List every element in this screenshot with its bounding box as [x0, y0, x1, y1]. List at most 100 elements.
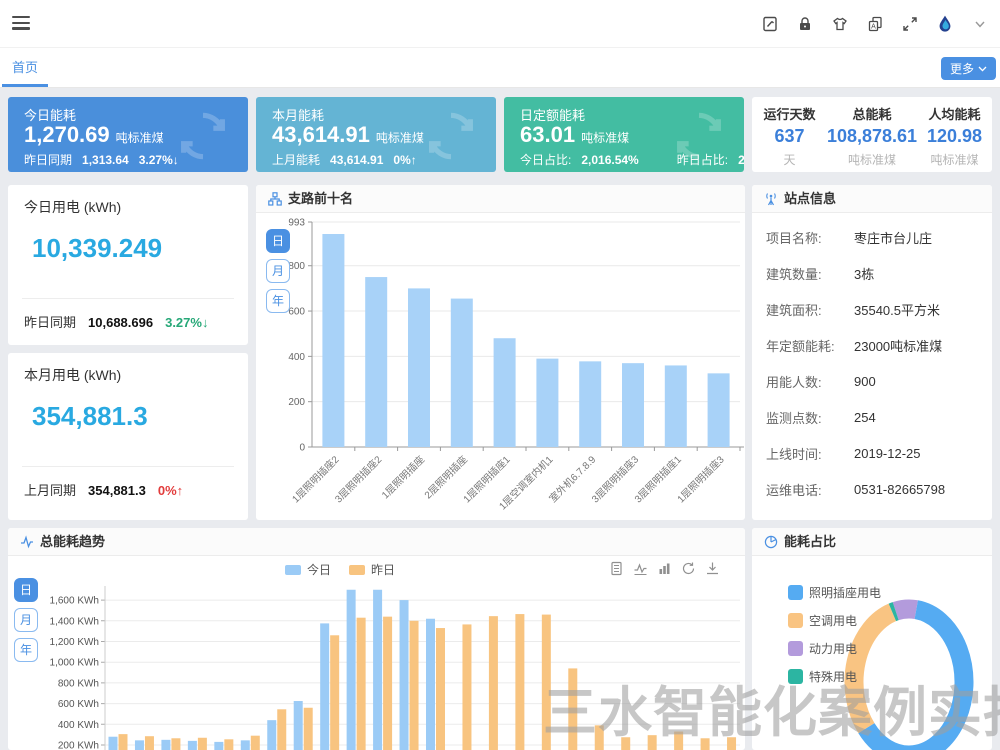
legend-item-today[interactable]: 今日 — [285, 561, 331, 578]
stat-value: 120.98 — [917, 126, 992, 147]
stat-label: 总能耗 — [827, 104, 917, 123]
recycle-icon — [668, 105, 730, 167]
recycle-icon — [172, 105, 234, 167]
summary-stats-card: 运行天数 637 天 总能耗 108,878.61 吨标准煤 人均能耗 120.… — [752, 97, 992, 172]
site-value: 23000吨标准煤 — [854, 336, 942, 355]
svg-text:200 KWh: 200 KWh — [58, 741, 99, 750]
site-row-monitor-points: 监测点数:254 — [752, 399, 992, 435]
download-icon[interactable] — [705, 561, 720, 576]
site-row-online-date: 上线时间:2019-12-25 — [752, 435, 992, 471]
fullscreen-icon[interactable] — [900, 14, 920, 34]
legend-item-lighting[interactable]: 照明插座用电 — [788, 578, 881, 606]
bar-chart-icon[interactable] — [657, 561, 672, 576]
svg-text:800 KWh: 800 KWh — [58, 678, 99, 689]
legend-swatch — [788, 669, 803, 684]
usage-title: 本月用电 (kWh) — [24, 365, 121, 385]
legend-label: 今日 — [307, 561, 331, 578]
kpi-card-today-energy: 今日能耗 1,270.69吨标准煤 昨日同期1,313.643.27%↓ — [8, 97, 248, 172]
energy-trend-panel: 总能耗趋势 今日 昨日 日 月 年 200 KWh400 KWh600 KWh8… — [8, 528, 745, 750]
svg-text:400: 400 — [288, 352, 305, 363]
line-chart-icon[interactable] — [633, 561, 648, 576]
kpi-sub-label: 昨日同期 — [24, 153, 72, 167]
period-button-group: 日 月 年 — [14, 578, 38, 662]
svg-text:993: 993 — [288, 218, 305, 229]
compare-value: 354,881.3 — [88, 483, 146, 498]
svg-text:1,400 KWh: 1,400 KWh — [50, 616, 99, 627]
today-electricity-card: 今日用电 (kWh) 10,339.249 昨日同期10,688.6963.27… — [8, 185, 248, 345]
legend-label: 动力用电 — [809, 640, 857, 657]
usage-value: 354,881.3 — [32, 401, 148, 432]
chart-legend: 今日 昨日 — [285, 561, 395, 578]
kpi-sub-value: 43,614.91 — [330, 153, 383, 167]
kpi-sub-delta: 0%↑ — [393, 153, 416, 167]
svg-text:1,600 KWh: 1,600 KWh — [50, 596, 99, 607]
chart-toolbox — [609, 561, 720, 576]
period-day-button[interactable]: 日 — [266, 229, 290, 253]
kpi-card-daily-quota-energy: 日定额能耗 63.01吨标准煤 今日占比:2,016.54%昨日占比:2,084… — [504, 97, 744, 172]
panel-title: 能耗占比 — [784, 528, 836, 556]
legend-label: 昨日 — [371, 561, 395, 578]
site-value: 3栋 — [854, 264, 874, 283]
brand-logo[interactable] — [935, 14, 955, 34]
site-value: 35540.5平方米 — [854, 300, 940, 319]
divider — [22, 298, 234, 299]
site-label: 运维电话: — [766, 480, 854, 499]
compare-delta: 0%↑ — [158, 483, 183, 498]
stat-value: 108,878.61 — [827, 126, 917, 147]
period-day-button[interactable]: 日 — [14, 578, 38, 602]
refresh-icon[interactable] — [681, 561, 696, 576]
usage-title: 今日用电 (kWh) — [24, 197, 121, 217]
legend-item-power[interactable]: 动力用电 — [788, 634, 881, 662]
kpi-card-month-energy: 本月能耗 43,614.91吨标准煤 上月能耗43,614.910%↑ — [256, 97, 496, 172]
site-row-annual-quota: 年定额能耗:23000吨标准煤 — [752, 327, 992, 363]
chevron-down-icon — [978, 66, 987, 72]
panel-title: 站点信息 — [784, 185, 836, 213]
branch-sitemap-icon — [268, 192, 282, 206]
panel-header: 支路前十名 — [256, 185, 745, 213]
work-order-icon[interactable] — [760, 14, 780, 34]
panel-header: 能耗占比 — [752, 528, 992, 556]
antenna-icon — [764, 192, 778, 206]
menu-toggle-icon[interactable] — [12, 16, 30, 32]
site-label: 项目名称: — [766, 228, 854, 247]
kpi-sub-label: 上月能耗 — [272, 153, 320, 167]
stat-per-capita-energy: 人均能耗 120.98 吨标准煤 — [917, 97, 992, 172]
lock-icon[interactable] — [795, 14, 815, 34]
stat-unit: 吨标准煤 — [917, 151, 992, 168]
data-view-icon[interactable] — [609, 561, 624, 576]
panel-header: 站点信息 — [752, 185, 992, 213]
legend-item-special[interactable]: 特殊用电 — [788, 662, 881, 690]
period-button-group: 日 月 年 — [266, 229, 290, 313]
period-year-button[interactable]: 年 — [14, 638, 38, 662]
kpi-unit: 吨标准煤 — [116, 131, 164, 145]
period-year-button[interactable]: 年 — [266, 289, 290, 313]
compare-label: 昨日同期 — [24, 315, 76, 330]
tab-home[interactable]: 首页 — [2, 48, 48, 87]
user-menu-chevron[interactable] — [970, 14, 990, 34]
site-row-building-area: 建筑面积:35540.5平方米 — [752, 291, 992, 327]
legend-item-hvac[interactable]: 空调用电 — [788, 606, 881, 634]
legend-item-yesterday[interactable]: 昨日 — [349, 561, 395, 578]
compare-value: 10,688.696 — [88, 315, 153, 330]
header-icon-group: A — [760, 0, 990, 48]
app-header: A — [0, 0, 1000, 48]
svg-text:600: 600 — [288, 307, 305, 318]
site-label: 建筑面积: — [766, 300, 854, 319]
site-label: 用能人数: — [766, 372, 854, 391]
legend-label: 照明插座用电 — [809, 584, 881, 601]
period-month-button[interactable]: 月 — [266, 259, 290, 283]
stat-label: 运行天数 — [752, 104, 827, 123]
site-label: 建筑数量: — [766, 264, 854, 283]
stat-running-days: 运行天数 637 天 — [752, 97, 827, 172]
branch-top10-bar-chart: 02004006008009931层照明插座23层照明插座21层照明插座2层照明… — [256, 213, 745, 520]
site-row-building-count: 建筑数量:3栋 — [752, 255, 992, 291]
stat-total-energy: 总能耗 108,878.61 吨标准煤 — [827, 97, 917, 172]
site-value: 枣庄市台儿庄 — [854, 228, 932, 247]
document-language-icon[interactable]: A — [865, 14, 885, 34]
svg-text:A: A — [871, 24, 876, 31]
kpi-sub-value: 1,313.64 — [82, 153, 129, 167]
period-month-button[interactable]: 月 — [14, 608, 38, 632]
more-button[interactable]: 更多 — [941, 57, 996, 80]
theme-skin-icon[interactable] — [830, 14, 850, 34]
site-label: 监测点数: — [766, 408, 854, 427]
